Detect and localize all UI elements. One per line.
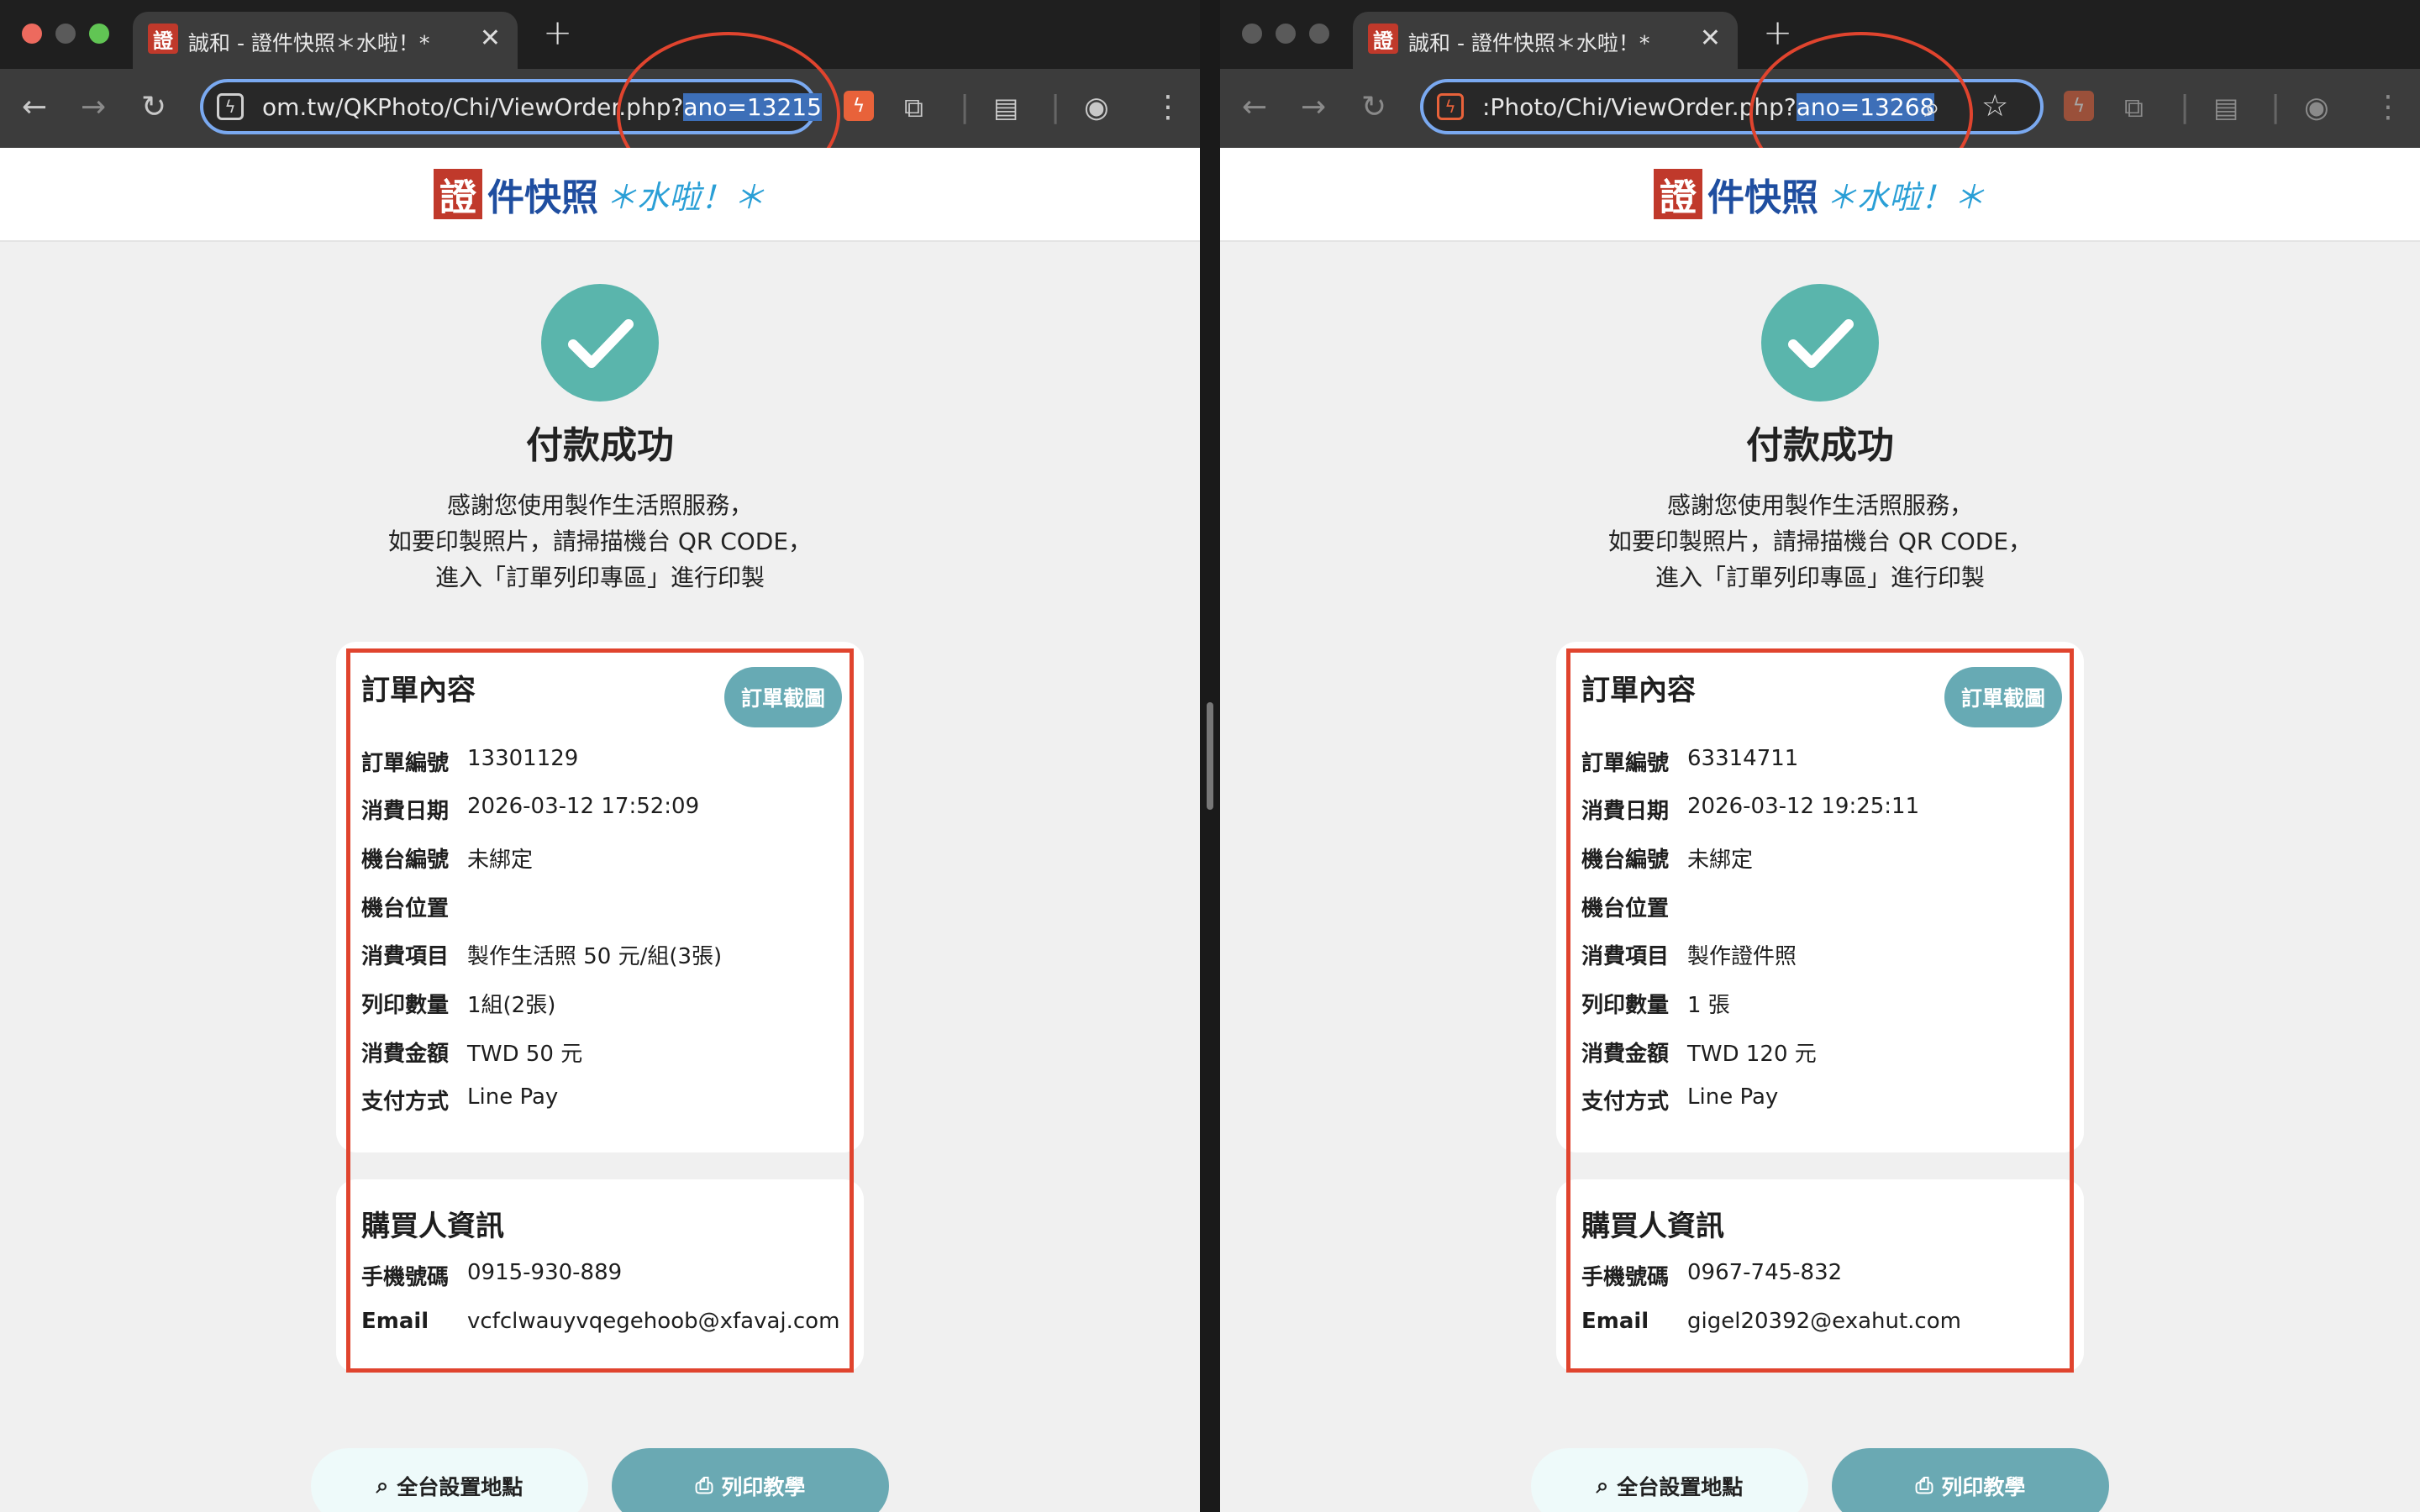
favicon-icon: 證 bbox=[148, 24, 178, 54]
site-logo[interactable]: 證 件快照 ＊水啦！＊ bbox=[434, 166, 765, 222]
profile-icon[interactable]: ◉ bbox=[2304, 89, 2329, 126]
print-tutorial-label: 列印教學 bbox=[721, 1475, 806, 1499]
back-icon[interactable]: ← bbox=[1242, 89, 1267, 126]
site-info-icon[interactable]: ϟ bbox=[217, 93, 244, 120]
menu-icon[interactable]: ⋮ bbox=[2373, 89, 2403, 126]
toolbar-separator: | bbox=[2180, 90, 2191, 124]
zoom-window-dot[interactable] bbox=[89, 24, 109, 44]
browser-toolbar: ← → ↻ ϟ :Photo/Chi/ViewOrder.php?ano=132… bbox=[1220, 32, 2420, 197]
tab-strip: 證 誠和 - 證件快照＊水啦！* ✕ + bbox=[0, 0, 1200, 69]
print-tutorial-button[interactable]: ⎙ 列印教學 bbox=[1832, 1448, 2109, 1512]
extensions-puzzle-icon[interactable]: ⧉ bbox=[2124, 89, 2144, 126]
profile-icon[interactable]: ◉ bbox=[1084, 89, 1109, 126]
toolbar-separator: | bbox=[960, 90, 971, 124]
search-icon: ⌕ bbox=[1596, 1473, 1609, 1499]
reading-list-icon[interactable]: ▤ bbox=[993, 89, 1018, 126]
left-browser-window: 證 誠和 - 證件快照＊水啦！* ✕ + ← → ↻ ϟ om.tw/QKPho… bbox=[0, 0, 1200, 1512]
desc-line: 進入「訂單列印專區」進行印製 bbox=[434, 564, 765, 591]
locations-button[interactable]: ⌕ 全台設置地點 bbox=[1531, 1448, 1808, 1512]
success-check-icon bbox=[541, 284, 659, 402]
desc-line: 感謝您使用製作生活照服務， bbox=[1666, 491, 1973, 519]
browser-toolbar: ← → ↻ ϟ om.tw/QKPhoto/Chi/ViewOrder.php?… bbox=[0, 32, 1200, 197]
tab-close-icon[interactable]: ✕ bbox=[1700, 24, 1721, 53]
reload-icon[interactable]: ↻ bbox=[1361, 89, 1386, 126]
desc-line: 感謝您使用製作生活照服務， bbox=[446, 491, 753, 519]
desc-line: 如要印製照片，請掃描機台 QR CODE， bbox=[1607, 528, 2033, 555]
bookmark-star-icon[interactable]: ☆ bbox=[1981, 89, 2008, 123]
red-box-annotation bbox=[346, 648, 854, 1373]
site-logo[interactable]: 證 件快照 ＊水啦！＊ bbox=[1654, 166, 1985, 222]
success-check-icon bbox=[1761, 284, 1879, 402]
browser-tab[interactable]: 證 誠和 - 證件快照＊水啦！* ✕ bbox=[1353, 12, 1738, 69]
print-tutorial-button[interactable]: ⎙ 列印教學 bbox=[612, 1448, 889, 1512]
desc-line: 如要印製照片，請掃描機台 QR CODE， bbox=[387, 528, 813, 555]
zoom-window-dot[interactable] bbox=[1309, 24, 1329, 44]
split-divider-handle[interactable] bbox=[1207, 702, 1213, 810]
locations-label: 全台設置地點 bbox=[1617, 1475, 1744, 1499]
new-tab-button[interactable]: + bbox=[1763, 12, 1792, 53]
red-box-annotation bbox=[1566, 648, 2074, 1373]
site-header: 證 件快照 ＊水啦！＊ bbox=[0, 148, 1200, 242]
menu-icon[interactable]: ⋮ bbox=[1153, 89, 1183, 126]
locations-label: 全台設置地點 bbox=[397, 1475, 523, 1499]
logo-tagline: ＊水啦！＊ bbox=[1825, 178, 1986, 216]
toolbar-separator: | bbox=[1050, 90, 1061, 124]
new-tab-button[interactable]: + bbox=[543, 12, 572, 53]
desc-line: 進入「訂單列印專區」進行印製 bbox=[1655, 564, 1985, 591]
extension-icon[interactable]: ϟ bbox=[844, 91, 874, 121]
back-icon[interactable]: ← bbox=[22, 89, 47, 126]
right-browser-window: 證 誠和 - 證件快照＊水啦！* ✕ + ← → ↻ ϟ :Photo/Chi/… bbox=[1220, 0, 2420, 1512]
forward-icon[interactable]: → bbox=[81, 89, 106, 126]
site-header: 證 件快照 ＊水啦！＊ bbox=[1220, 148, 2420, 242]
success-title: 付款成功 bbox=[1746, 424, 1894, 467]
minimize-window-dot[interactable] bbox=[1276, 24, 1296, 44]
close-window-dot[interactable] bbox=[22, 24, 42, 44]
logo-mark: 證 bbox=[1654, 169, 1702, 219]
site-info-icon[interactable]: ϟ bbox=[1437, 93, 1464, 120]
browser-tab[interactable]: 證 誠和 - 證件快照＊水啦！* ✕ bbox=[133, 12, 518, 69]
search-icon: ⌕ bbox=[376, 1473, 389, 1499]
print-tutorial-label: 列印教學 bbox=[1941, 1475, 2026, 1499]
print-icon: ⎙ bbox=[695, 1473, 713, 1499]
reload-icon[interactable]: ↻ bbox=[141, 89, 166, 126]
extensions-puzzle-icon[interactable]: ⧉ bbox=[904, 89, 923, 126]
tab-title: 誠和 - 證件快照＊水啦！* bbox=[1408, 31, 1650, 55]
toolbar-separator: | bbox=[2270, 90, 2281, 124]
screen: 證 誠和 - 證件快照＊水啦！* ✕ + ← → ↻ ϟ om.tw/QKPho… bbox=[0, 0, 2420, 1512]
logo-tagline: ＊水啦！＊ bbox=[605, 178, 765, 216]
logo-text: 件快照 bbox=[1707, 176, 1818, 219]
forward-icon[interactable]: → bbox=[1301, 89, 1326, 126]
extension-icon[interactable]: ϟ bbox=[2064, 91, 2094, 121]
logo-mark: 證 bbox=[434, 169, 482, 219]
print-icon: ⎙ bbox=[1915, 1473, 1933, 1499]
reading-list-icon[interactable]: ▤ bbox=[2213, 89, 2238, 126]
tab-title: 誠和 - 證件快照＊水啦！* bbox=[188, 31, 430, 55]
success-title: 付款成功 bbox=[526, 424, 674, 467]
minimize-window-dot[interactable] bbox=[55, 24, 76, 44]
favicon-icon: 證 bbox=[1368, 24, 1398, 54]
logo-text: 件快照 bbox=[487, 176, 598, 219]
tab-close-icon[interactable]: ✕ bbox=[480, 24, 501, 53]
close-window-dot[interactable] bbox=[1242, 24, 1262, 44]
locations-button[interactable]: ⌕ 全台設置地點 bbox=[311, 1448, 588, 1512]
